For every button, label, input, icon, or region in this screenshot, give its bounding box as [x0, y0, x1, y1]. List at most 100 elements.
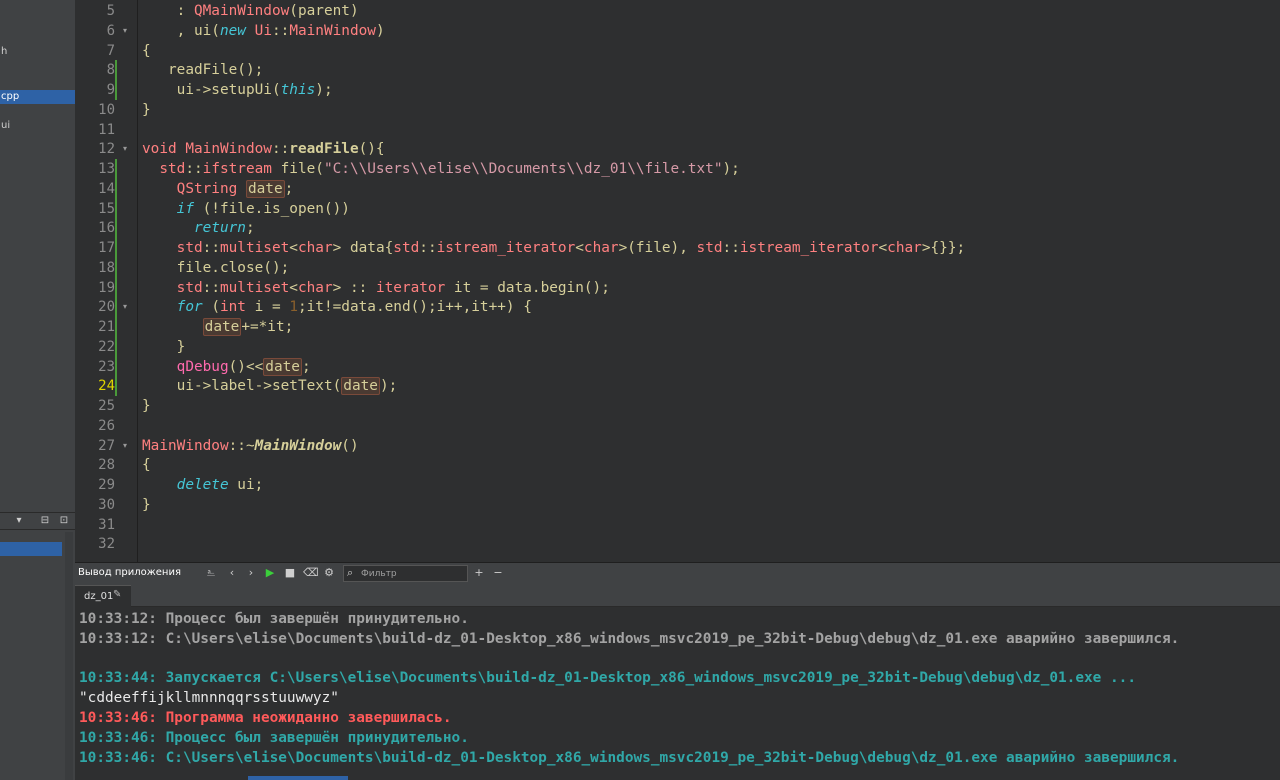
code-line[interactable]: std::ifstream file("C:\\Users\\elise\\Do… [142, 159, 740, 179]
clean-icon[interactable]: ⌫ [303, 566, 319, 580]
code-line[interactable]: delete ui; [142, 475, 264, 495]
code-token: ()<< [228, 358, 264, 375]
chevron-down-icon[interactable]: ▾ [12, 514, 26, 528]
code-token: ::~ [228, 437, 255, 454]
line-number: 9 [106, 82, 115, 98]
output-tab-bar: dz_01 ✎ [75, 583, 1280, 607]
project-file-item-selected[interactable]: cpp [0, 90, 75, 104]
code-line[interactable]: { [142, 41, 151, 61]
split-icon[interactable]: ⊟ [38, 514, 52, 528]
fold-toggle-icon[interactable]: ▾ [123, 139, 133, 159]
code-line[interactable]: : QMainWindow(parent) [142, 1, 359, 21]
code-token: MainWindow [254, 437, 342, 454]
close-panel-icon[interactable]: ⊡ [57, 514, 71, 528]
code-token: int [219, 299, 246, 316]
output-horizontal-scrollbar[interactable] [248, 776, 348, 780]
code-token: readFile [289, 141, 359, 158]
line-number: 15 [98, 200, 115, 217]
code-token: , ui( [142, 22, 220, 39]
code-line[interactable]: std::multiset<char> data{std::istream_it… [142, 238, 966, 258]
project-file-label: h [1, 46, 8, 57]
code-area[interactable]: : QMainWindow(parent) , ui(new Ui::MainW… [142, 0, 1272, 562]
line-number: 6 [106, 22, 115, 39]
output-line: 10:33:46: Процесс был завершён принудите… [79, 729, 469, 746]
fold-toggle-icon[interactable]: ▾ [123, 436, 133, 456]
code-token: 1 [289, 299, 298, 316]
code-token: ); [379, 378, 398, 395]
code-token: :: [722, 240, 740, 256]
code-token: ifstream [202, 161, 272, 177]
code-token: } [142, 398, 151, 414]
code-token: } [142, 338, 186, 355]
code-line[interactable]: { [142, 455, 151, 475]
project-file-item[interactable]: h [0, 45, 75, 59]
code-line[interactable]: readFile(); [142, 60, 263, 80]
run-icon[interactable]: ▶ [263, 566, 277, 580]
change-marker [115, 218, 117, 239]
code-line[interactable]: std::multiset<char> :: iterator it = dat… [142, 278, 610, 298]
code-line[interactable]: void MainWindow::readFile(){ [142, 139, 385, 159]
zoom-out-icon[interactable]: − [491, 566, 505, 580]
code-line[interactable]: MainWindow::~MainWindow() [142, 436, 359, 456]
code-line[interactable]: QString date; [142, 179, 293, 199]
line-number: 19 [98, 279, 115, 296]
code-token: (!file.is_open()) [193, 200, 350, 217]
code-line[interactable]: for (int i = 1;it!=data.end();i++,it++) … [142, 297, 532, 317]
code-line[interactable]: ui->label->setText(date); [142, 376, 397, 396]
attach-icon[interactable]: ⎁ [204, 566, 218, 580]
pin-icon[interactable]: ✎ [113, 589, 121, 600]
code-token: char [297, 279, 333, 296]
fold-toggle-icon[interactable]: ▾ [123, 21, 133, 41]
code-line[interactable]: } [142, 337, 186, 357]
filter-input[interactable] [361, 567, 461, 580]
code-token: > data{ [332, 240, 394, 256]
code-line[interactable]: file.close(); [142, 258, 290, 278]
open-document-selected[interactable] [0, 542, 62, 556]
line-number: 10 [98, 101, 115, 118]
stop-icon[interactable]: ■ [283, 566, 297, 580]
code-token: >{}}; [921, 240, 966, 256]
project-file-item[interactable]: ui [0, 119, 75, 133]
code-token: ); [315, 82, 333, 98]
code-token: void [142, 141, 177, 158]
chevron-left-icon[interactable]: ‹ [225, 566, 239, 580]
code-token: file( [271, 161, 324, 177]
application-output[interactable]: 10:33:12: Процесс был завершён принудите… [75, 607, 1280, 773]
code-token: < [289, 279, 298, 296]
chevron-right-icon[interactable]: › [244, 566, 258, 580]
line-number: 17 [98, 240, 115, 256]
change-marker [115, 297, 117, 318]
code-line[interactable]: if (!file.is_open()) [142, 199, 350, 219]
gear-icon[interactable]: ⚙ [322, 566, 336, 580]
change-marker [115, 80, 117, 100]
code-token: date [245, 179, 285, 198]
code-line[interactable]: } [142, 396, 151, 416]
code-line[interactable]: date +=*it; [142, 317, 293, 337]
code-token: istream_iterator [436, 240, 576, 256]
code-token: QString [176, 180, 238, 197]
code-token: :: [271, 22, 290, 39]
change-marker [115, 257, 117, 278]
code-editor[interactable]: 5 6 ▾ 7 8 9 10 11 12 ▾ 13 14 15 16 17 18 19 20 ▾ 21 22 23 24 25… [75, 0, 1280, 562]
sidebar-scrollbar[interactable] [65, 532, 73, 780]
code-token: } [142, 101, 151, 118]
line-number: 23 [98, 358, 115, 375]
code-line[interactable]: } [142, 100, 151, 120]
tab-dz01[interactable]: dz_01 ✎ [75, 585, 131, 607]
code-line[interactable]: qDebug()<< date; [142, 357, 311, 377]
code-line[interactable]: } [142, 495, 151, 515]
change-marker [115, 317, 117, 337]
line-number: 13 [98, 161, 115, 177]
code-line[interactable]: return; [142, 218, 255, 238]
filter-field[interactable]: ⌕ [343, 565, 468, 582]
code-line[interactable]: , ui(new Ui::MainWindow) [142, 21, 385, 41]
code-token: std [696, 240, 723, 256]
fold-toggle-icon[interactable]: ▾ [123, 297, 133, 317]
code-token: i = [245, 299, 290, 316]
zoom-in-icon[interactable]: + [472, 566, 486, 580]
code-line[interactable]: ui->setupUi(this); [142, 80, 333, 100]
